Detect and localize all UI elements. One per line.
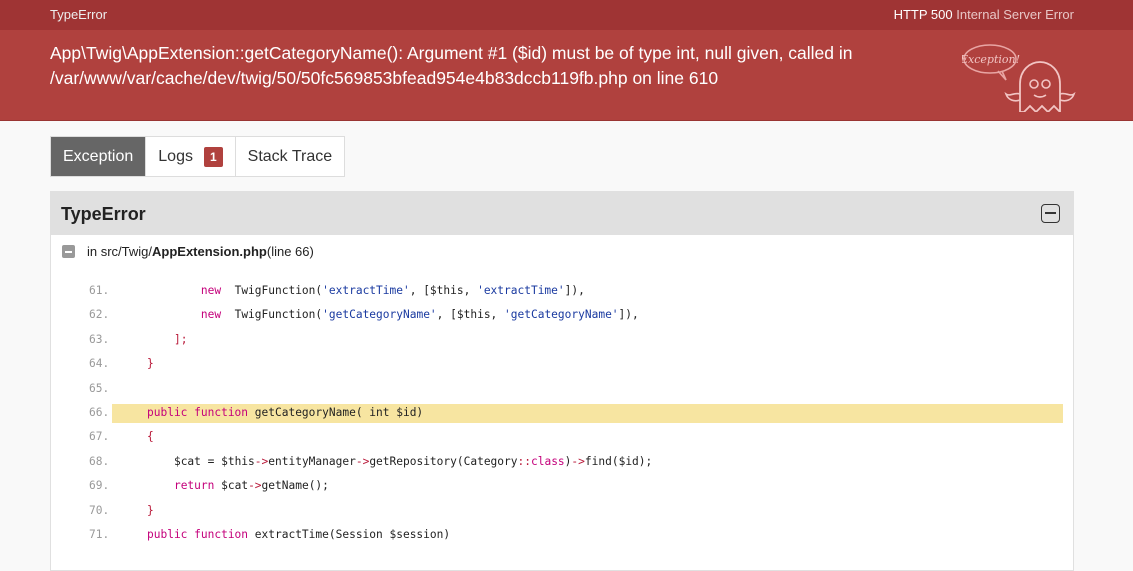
exception-message: App\Twig\AppExtension::getCategoryName()…: [50, 41, 910, 91]
code-text: return $cat->getName();: [173, 479, 329, 493]
file-name: AppExtension.php: [152, 244, 267, 259]
status-code: HTTP 500: [893, 7, 953, 22]
code-line: 69. return $cat->getName();: [51, 474, 1073, 498]
code-text: ];: [173, 332, 188, 346]
code-line: 61. new TwigFunction('extractTime', [$th…: [51, 279, 1073, 303]
line-number: 63.: [89, 332, 110, 346]
file-line: (line 66): [266, 244, 314, 259]
code-text: }: [147, 357, 154, 371]
tab-exception-label: Exception: [63, 147, 134, 165]
exception-message-line-2: /var/www/var/cache/dev/twig/50/50fc56985…: [50, 68, 719, 88]
code-line: 68. $cat = $this->entityManager->getRepo…: [51, 450, 1073, 474]
file-location: in src/Twig/AppExtension.php (line 66): [62, 244, 314, 259]
exception-message-line-1: App\Twig\AppExtension::getCategoryName()…: [50, 43, 853, 63]
line-number: 70.: [89, 503, 110, 517]
line-number: 67.: [89, 430, 110, 444]
tab-stack-trace[interactable]: Stack Trace: [236, 137, 344, 176]
line-number: 65.: [89, 381, 110, 395]
code-line: 64.}: [51, 352, 1073, 376]
code-snippet: 61. new TwigFunction('extractTime', [$th…: [51, 279, 1073, 547]
code-line: 65.: [51, 377, 1073, 401]
code-text: $cat = $this->entityManager->getReposito…: [173, 454, 653, 468]
exception-panel: TypeError in src/Twig/AppExtension.php (…: [50, 191, 1074, 571]
collapse-file-icon[interactable]: [62, 245, 75, 258]
topbar: TypeError HTTP 500 Internal Server Error: [0, 0, 1133, 30]
file-prefix: in src/Twig/: [87, 244, 153, 259]
line-number: 71.: [89, 527, 110, 541]
exception-type-label: TypeError: [50, 7, 108, 22]
tab-exception[interactable]: Exception: [51, 137, 147, 176]
tab-logs[interactable]: Logs 1: [146, 137, 236, 176]
tab-bar: Exception Logs 1 Stack Trace: [50, 136, 346, 177]
code-line: 62. new TwigFunction('getCategoryName', …: [51, 303, 1073, 327]
line-number: 66.: [89, 405, 110, 419]
code-text: public function extractTime(Session $ses…: [147, 527, 451, 541]
code-line: 71. public function extractTime(Session $…: [51, 523, 1073, 547]
tab-logs-label: Logs: [158, 147, 193, 165]
mascot-text: Exception!: [962, 53, 1020, 66]
line-number: 64.: [89, 357, 110, 371]
code-text: new TwigFunction('extractTime', [$this, …: [200, 284, 585, 297]
tab-stack-trace-label: Stack Trace: [247, 147, 333, 165]
ghost-mascot-icon: Exception!: [962, 44, 1076, 112]
panel-title: TypeError: [61, 204, 146, 224]
code-text: new TwigFunction('getCategoryName', [$th…: [200, 308, 639, 322]
code-text: public function getCategoryName( int $id…: [147, 405, 424, 419]
line-number: 61.: [89, 284, 110, 297]
code-line: 70.}: [51, 499, 1073, 523]
code-text: {: [147, 430, 154, 444]
http-status: HTTP 500 Internal Server Error: [894, 7, 1074, 22]
exception-header: App\Twig\AppExtension::getCategoryName()…: [0, 30, 1133, 121]
logs-count-badge: 1: [203, 146, 223, 167]
collapse-icon[interactable]: [1041, 204, 1060, 223]
panel-header: TypeError: [51, 192, 1073, 235]
code-line: 63. ];: [51, 328, 1073, 352]
status-text: Internal Server Error: [956, 7, 1074, 22]
line-number: 69.: [89, 479, 110, 493]
code-text: }: [147, 503, 154, 517]
line-number: 68.: [89, 454, 110, 468]
code-line: 67. {: [51, 425, 1073, 449]
line-number: 62.: [89, 308, 110, 322]
code-line-highlighted: 66. public function getCategoryName( int …: [51, 401, 1073, 425]
